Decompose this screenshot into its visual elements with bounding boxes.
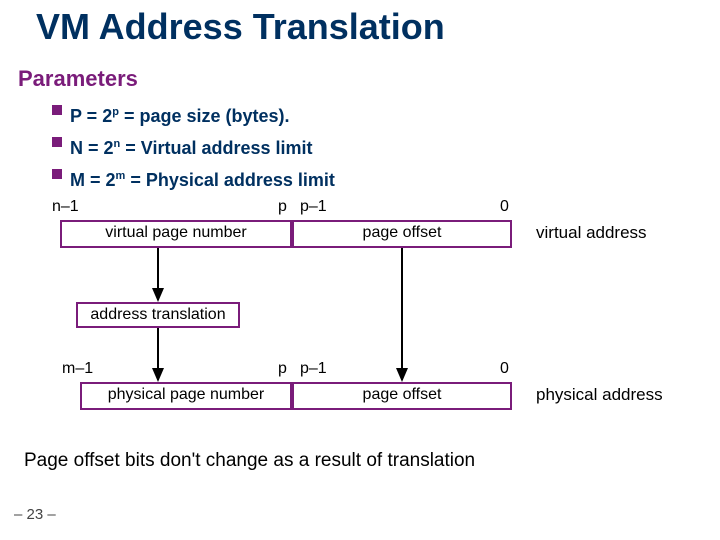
bullet-item: P = 2p = page size (bytes). (70, 98, 335, 130)
bullet-lhs: P = 2 (70, 106, 112, 126)
slide-title: VM Address Translation (36, 6, 445, 48)
bit-label-p-right-2: p (278, 360, 287, 378)
bullet-exp: p (112, 106, 119, 118)
bullet-rhs: = Physical address limit (125, 170, 335, 190)
bullet-icon (52, 137, 62, 147)
parameters-list: P = 2p = page size (bytes). N = 2n = Vir… (70, 98, 335, 194)
bullet-icon (52, 169, 62, 179)
bullet-lhs: M = 2 (70, 170, 116, 190)
bullet-rhs: = page size (bytes). (119, 106, 290, 126)
bit-label-0-2: 0 (500, 360, 509, 378)
virtual-address-label: virtual address (536, 223, 647, 243)
bullet-lhs: N = 2 (70, 138, 114, 158)
page-number: – 23 – (14, 506, 56, 523)
bullet-rhs: = Virtual address limit (120, 138, 312, 158)
physical-offset-box: page offset (292, 382, 512, 410)
bit-label-p-1: p–1 (300, 198, 327, 216)
ppn-box: physical page number (80, 382, 292, 410)
parameters-heading: Parameters (18, 66, 138, 92)
virtual-offset-box: page offset (292, 220, 512, 248)
vpn-box: virtual page number (60, 220, 292, 248)
bit-label-n-1: n–1 (52, 198, 79, 216)
bit-label-0: 0 (500, 198, 509, 216)
bullet-item: N = 2n = Virtual address limit (70, 130, 335, 162)
bit-label-p-1-2: p–1 (300, 360, 327, 378)
bullet-exp: m (116, 170, 126, 182)
physical-address-label: physical address (536, 385, 663, 405)
footer-note: Page offset bits don't change as a resul… (24, 450, 475, 472)
bit-label-m-1: m–1 (62, 360, 93, 378)
bit-label-p-right: p (278, 198, 287, 216)
bullet-icon (52, 105, 62, 115)
address-translation-box: address translation (76, 302, 240, 328)
bullet-item: M = 2m = Physical address limit (70, 162, 335, 194)
